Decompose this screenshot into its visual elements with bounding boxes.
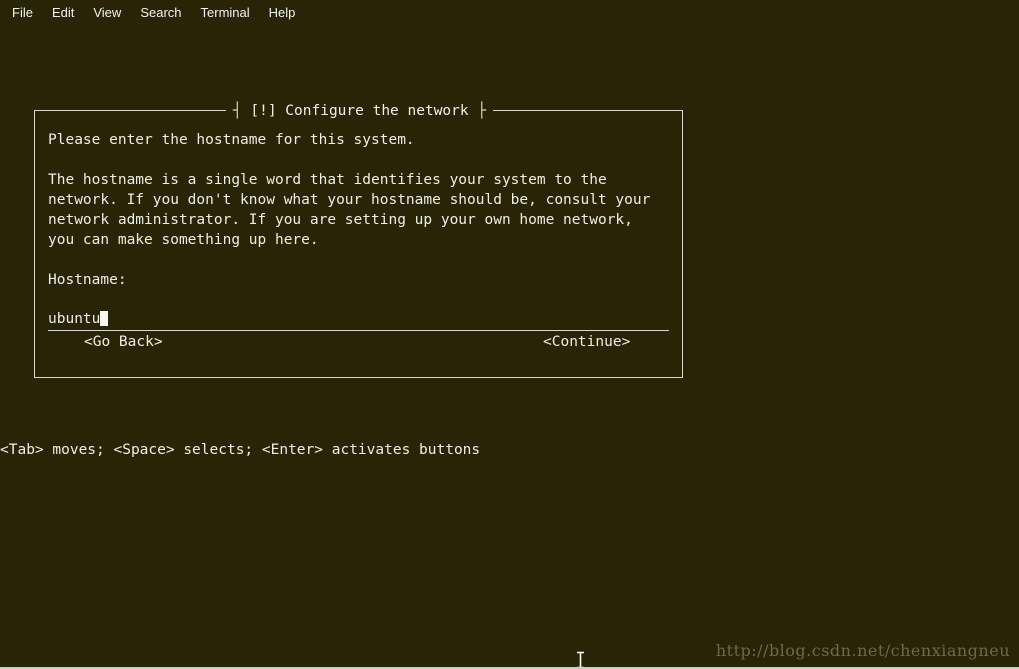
dialog-description-line: The hostname is a single word that ident… bbox=[48, 172, 607, 188]
menu-item-help[interactable]: Help bbox=[269, 0, 296, 25]
dialog-description-line: you can make something up here. bbox=[48, 232, 319, 248]
configure-network-dialog: ┤ [!] Configure the network ├ Please ent… bbox=[34, 101, 683, 378]
block-cursor-icon bbox=[100, 311, 109, 326]
dialog-prompt: Please enter the hostname for this syste… bbox=[48, 132, 415, 148]
hostname-input-value: ubuntu bbox=[48, 311, 101, 327]
dialog-title-text: [!] Configure the network bbox=[250, 103, 469, 119]
menu-item-search[interactable]: Search bbox=[140, 0, 181, 25]
hostname-input-row: ubuntu bbox=[48, 310, 672, 332]
continue-button[interactable]: <Continue> bbox=[543, 332, 630, 352]
watermark-url: http://blog.csdn.net/chenxiangneu bbox=[715, 641, 1010, 660]
title-left-bracket-icon: ┤ bbox=[232, 103, 242, 119]
dialog-title: ┤ [!] Configure the network ├ bbox=[225, 101, 494, 121]
dialog-button-row: <Go Back> <Continue> bbox=[48, 332, 672, 352]
dialog-title-bar: ┤ [!] Configure the network ├ bbox=[35, 100, 684, 121]
menu-item-edit[interactable]: Edit bbox=[52, 0, 74, 25]
title-right-bracket-icon: ├ bbox=[477, 103, 487, 119]
dialog-description-line: network administrator. If you are settin… bbox=[48, 212, 633, 228]
dialog-body: Please enter the hostname for this syste… bbox=[48, 130, 672, 332]
menu-item-file[interactable]: File bbox=[12, 0, 33, 25]
menu-item-terminal[interactable]: Terminal bbox=[201, 0, 250, 25]
menu-bar: File Edit View Search Terminal Help bbox=[0, 0, 1019, 25]
keyboard-hint-text: <Tab> moves; <Space> selects; <Enter> ac… bbox=[0, 442, 481, 458]
hostname-label: Hostname: bbox=[48, 272, 127, 288]
dialog-description-line: network. If you don't know what your hos… bbox=[48, 192, 651, 208]
menu-item-view[interactable]: View bbox=[93, 0, 121, 25]
hostname-input[interactable]: ubuntu bbox=[48, 310, 669, 331]
go-back-button[interactable]: <Go Back> bbox=[84, 332, 163, 352]
